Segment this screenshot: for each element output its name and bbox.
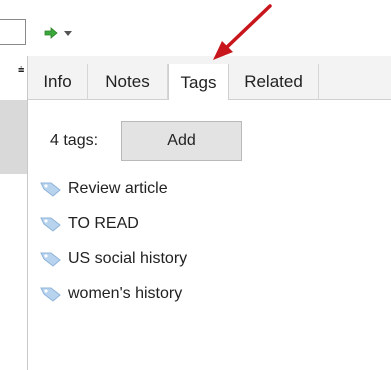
tag-list: Review article TO READ US social history… (40, 171, 370, 311)
tag-icon (40, 250, 64, 268)
tag-icon (40, 180, 64, 198)
tag-item[interactable]: women's history (40, 276, 370, 311)
item-pane-window: ⩧ Info Notes Tags Related 4 tags: Add Re… (0, 0, 391, 370)
tags-count-label: 4 tags: (50, 132, 99, 149)
item-tab-bar: Info Notes Tags Related (28, 56, 391, 101)
tag-label: Review article (68, 179, 168, 197)
add-tag-button[interactable]: Add (121, 121, 242, 161)
tag-label: US social history (68, 249, 188, 267)
tab-tags[interactable]: Tags (168, 64, 229, 101)
chevron-down-icon[interactable] (64, 30, 72, 36)
tab-related[interactable]: Related (229, 64, 319, 100)
tags-panel: 4 tags: Add Review article TO READ US so… (28, 100, 391, 370)
tag-icon (40, 215, 64, 233)
selected-item-row[interactable] (0, 100, 27, 174)
locate-button[interactable] (44, 22, 92, 44)
tag-item[interactable]: US social history (40, 241, 370, 276)
search-input[interactable] (0, 19, 26, 45)
tag-label: TO READ (68, 214, 139, 232)
tag-item[interactable]: Review article (40, 171, 370, 206)
items-list-pane: ⩧ (0, 56, 27, 370)
tag-item[interactable]: TO READ (40, 206, 370, 241)
tab-notes[interactable]: Notes (88, 64, 168, 100)
toolbar (0, 0, 391, 56)
tab-info[interactable]: Info (28, 64, 88, 100)
column-picker-icon[interactable]: ⩧ (18, 64, 24, 77)
tag-label: women's history (68, 284, 183, 302)
tag-icon (40, 285, 64, 303)
green-arrow-icon (44, 27, 58, 39)
